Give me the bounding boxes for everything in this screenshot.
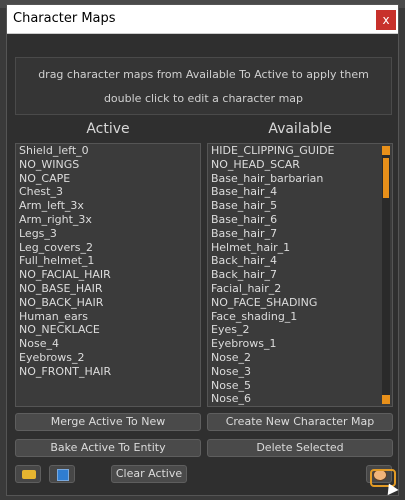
- clear-active-button[interactable]: Clear Active: [111, 465, 187, 483]
- list-item[interactable]: Base_hair_barbarian: [208, 172, 392, 186]
- list-item[interactable]: NO_NECKLACE: [16, 323, 200, 337]
- list-item[interactable]: Leg_covers_2: [16, 241, 200, 255]
- list-item[interactable]: NO_FACIAL_HAIR: [16, 268, 200, 282]
- close-button[interactable]: x: [376, 10, 396, 30]
- available-list[interactable]: HIDE_CLIPPING_GUIDE NO_HEAD_SCAR Base_ha…: [207, 143, 393, 407]
- list-item[interactable]: Nose_2: [208, 351, 392, 365]
- list-item[interactable]: Eyebrows_1: [208, 337, 392, 351]
- active-header: Active: [86, 121, 130, 137]
- info-text-2: double click to edit a character map: [103, 92, 304, 105]
- list-item[interactable]: Base_hair_7: [208, 227, 392, 241]
- list-item[interactable]: Chest_3: [16, 185, 200, 199]
- save-button[interactable]: [49, 465, 75, 483]
- list-item[interactable]: Face_shading_1: [208, 310, 392, 324]
- available-scrollbar[interactable]: [382, 146, 390, 404]
- list-item[interactable]: Legs_3: [16, 227, 200, 241]
- character-maps-dialog: Character Maps x drag character maps fro…: [6, 4, 399, 496]
- open-button[interactable]: [15, 465, 41, 483]
- list-item[interactable]: NO_CAPE: [16, 172, 200, 186]
- list-item[interactable]: NO_BASE_HAIR: [16, 282, 200, 296]
- delete-selected-button[interactable]: Delete Selected: [207, 439, 393, 457]
- list-item[interactable]: Eyes_2: [208, 323, 392, 337]
- list-item[interactable]: Nose_6: [208, 392, 392, 406]
- list-item[interactable]: Base_hair_5: [208, 199, 392, 213]
- list-item[interactable]: Nose_5: [208, 379, 392, 393]
- list-item[interactable]: NO_FACE_SHADING: [208, 296, 392, 310]
- list-item[interactable]: HIDE_CLIPPING_GUIDE: [208, 144, 392, 158]
- folder-icon: [22, 470, 36, 479]
- bake-active-button[interactable]: Bake Active To Entity: [15, 439, 201, 457]
- list-item[interactable]: Back_hair_4: [208, 254, 392, 268]
- create-character-map-button[interactable]: Create New Character Map: [207, 413, 393, 431]
- scroll-down-arrow[interactable]: [382, 395, 390, 404]
- window-title: Character Maps: [13, 11, 116, 26]
- list-item[interactable]: Human_ears: [16, 310, 200, 324]
- active-list[interactable]: Shield_left_0 NO_WINGS NO_CAPE Chest_3 A…: [15, 143, 201, 407]
- list-item[interactable]: Base_hair_6: [208, 213, 392, 227]
- list-item[interactable]: NO_WINGS: [16, 158, 200, 172]
- list-item[interactable]: NO_BACK_HAIR: [16, 296, 200, 310]
- list-item[interactable]: Nose_4: [16, 337, 200, 351]
- list-item[interactable]: Helmet_hair_1: [208, 241, 392, 255]
- list-item[interactable]: Full_helmet_1: [16, 254, 200, 268]
- list-item[interactable]: Base_hair_4: [208, 185, 392, 199]
- list-item[interactable]: Nose_3: [208, 365, 392, 379]
- list-item[interactable]: Facial_hair_2: [208, 282, 392, 296]
- list-item[interactable]: Eyebrows_2: [16, 351, 200, 365]
- list-item[interactable]: Shield_left_0: [16, 144, 200, 158]
- scroll-up-arrow[interactable]: [382, 146, 390, 155]
- list-item[interactable]: Arm_left_3x: [16, 199, 200, 213]
- titlebar: Character Maps x: [7, 5, 398, 34]
- list-item[interactable]: NO_HEAD_SCAR: [208, 158, 392, 172]
- list-item[interactable]: NO_FRONT_HAIR: [16, 365, 200, 379]
- scroll-thumb[interactable]: [383, 158, 389, 198]
- info-panel: drag character maps from Available To Ac…: [15, 57, 392, 115]
- merge-active-button[interactable]: Merge Active To New: [15, 413, 201, 431]
- list-item[interactable]: Back_hair_7: [208, 268, 392, 282]
- list-item[interactable]: Arm_right_3x: [16, 213, 200, 227]
- info-text-1: drag character maps from Available To Ac…: [38, 68, 369, 81]
- save-icon: [57, 469, 69, 481]
- available-header: Available: [268, 121, 332, 137]
